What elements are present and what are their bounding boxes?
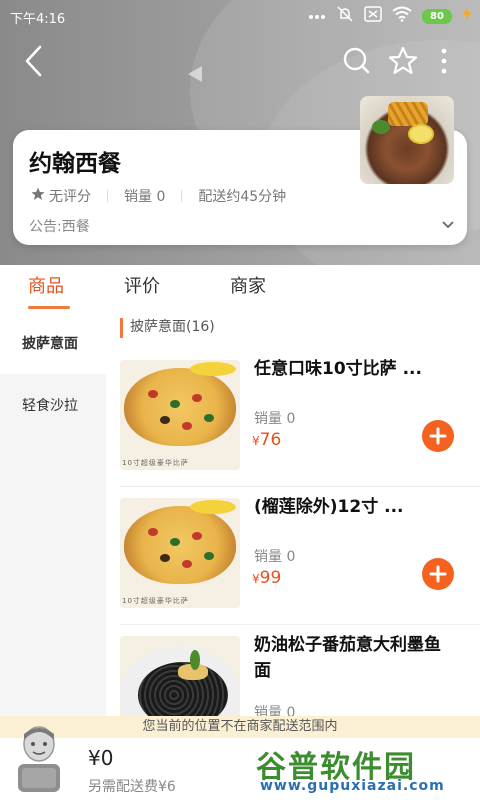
watermark-url: www.gupuxiazai.com: [260, 778, 445, 794]
image-detail: [190, 500, 236, 514]
image-detail: [148, 390, 158, 398]
image-detail: [182, 422, 192, 430]
product-image: [120, 636, 240, 716]
image-detail: [408, 124, 434, 144]
watermark-logo: 谷普软件园 www.gupuxiazai.com: [256, 742, 474, 796]
product-title: 奶油松子番茄意大利墨鱼面: [254, 635, 441, 681]
cart-total: ¥0: [88, 746, 114, 770]
image-caption: 10寸超级豪华比萨: [122, 597, 189, 605]
charging-icon: [462, 6, 472, 26]
cart-delivery-fee: 另需配送费¥6: [88, 779, 176, 795]
active-tab-indicator: [28, 306, 70, 309]
category-item-pizza-pasta[interactable]: 披萨意面: [0, 314, 106, 374]
divider: [107, 190, 108, 202]
product-card[interactable]: 10寸超级豪华比萨 (榴莲除外)12寸 ... 销量 0 ¥99: [106, 494, 480, 626]
shop-delivery-time: 配送约45分钟: [198, 189, 287, 205]
image-detail: [170, 400, 180, 408]
category-sidebar: 披萨意面 轻食沙拉: [0, 314, 106, 734]
status-bar: 下午4:16 80: [0, 0, 480, 32]
sim-icon: [364, 6, 382, 26]
image-detail: [160, 554, 170, 562]
product-price: ¥76: [252, 430, 282, 450]
image-detail: [124, 506, 236, 584]
star-outline-icon[interactable]: [386, 44, 420, 78]
wifi-icon: [392, 6, 412, 26]
add-to-cart-button[interactable]: [422, 420, 454, 452]
product-title: 任意口味10寸比萨 ...: [254, 359, 422, 379]
product-card[interactable]: 奶油松子番茄意大利墨鱼面 销量 0: [106, 632, 480, 716]
image-detail: [372, 120, 390, 134]
image-detail: [190, 362, 236, 376]
delivery-range-notice: 您当前的位置不在商家配送范围内: [0, 716, 480, 738]
divider: [120, 486, 480, 487]
chevron-down-icon[interactable]: [441, 216, 455, 230]
add-to-cart-button[interactable]: [422, 558, 454, 590]
product-sales: 销量 0: [254, 549, 296, 565]
shop-name: 约翰西餐: [29, 151, 121, 177]
image-detail: [148, 528, 158, 536]
category-item-light-salad[interactable]: 轻食沙拉: [0, 376, 106, 436]
image-detail: [192, 394, 202, 402]
divider: [181, 190, 183, 202]
divider: [120, 624, 480, 625]
battery-icon: 80: [422, 8, 452, 24]
banner-decoration: [188, 66, 202, 82]
tab-reviews[interactable]: 评价: [124, 272, 160, 298]
image-detail: [204, 552, 214, 560]
image-caption: 10寸超级豪华比萨: [122, 459, 189, 467]
cart-bar[interactable]: ¥0 另需配送费¥6 谷普软件园 www.gupuxiazai.com: [0, 726, 480, 800]
product-title: (榴莲除外)12寸 ...: [254, 497, 404, 517]
product-sales: 销量 0: [254, 705, 296, 716]
cart-mascot-icon[interactable]: [10, 720, 68, 796]
product-image: 10寸超级豪华比萨: [120, 360, 240, 470]
section-title: 披萨意面(16): [120, 318, 215, 338]
shop-sales: 销量 0: [124, 189, 166, 205]
shop-tabs: 商品 评价 商家: [0, 268, 480, 310]
shop-logo-image: [360, 96, 454, 184]
image-detail: [190, 650, 200, 670]
product-image: 10寸超级豪华比萨: [120, 498, 240, 608]
image-detail: [388, 102, 428, 126]
image-detail: [124, 368, 236, 446]
product-sales: 销量 0: [254, 411, 296, 427]
star-icon: [31, 187, 45, 205]
back-arrow-icon[interactable]: [20, 44, 50, 78]
shop-stats: 无评分 销量 0 配送约45分钟: [31, 186, 286, 206]
image-detail: [170, 538, 180, 546]
product-card[interactable]: 10寸超级豪华比萨 任意口味10寸比萨 ... 销量 0 ¥76: [106, 356, 480, 488]
image-detail: [182, 560, 192, 568]
search-icon[interactable]: [340, 44, 374, 78]
more-vertical-icon[interactable]: [434, 44, 454, 78]
shop-notice: 公告:西餐: [29, 219, 90, 235]
shop-rating: 无评分: [49, 189, 91, 205]
image-detail: [192, 532, 202, 540]
mute-icon: [336, 5, 354, 27]
image-detail: [204, 414, 214, 422]
status-time: 下午4:16: [10, 12, 66, 27]
tab-merchant[interactable]: 商家: [230, 272, 266, 298]
tab-products[interactable]: 商品: [28, 272, 64, 298]
dots-icon: [308, 9, 326, 24]
product-price: ¥99: [252, 568, 282, 588]
image-detail: [160, 416, 170, 424]
